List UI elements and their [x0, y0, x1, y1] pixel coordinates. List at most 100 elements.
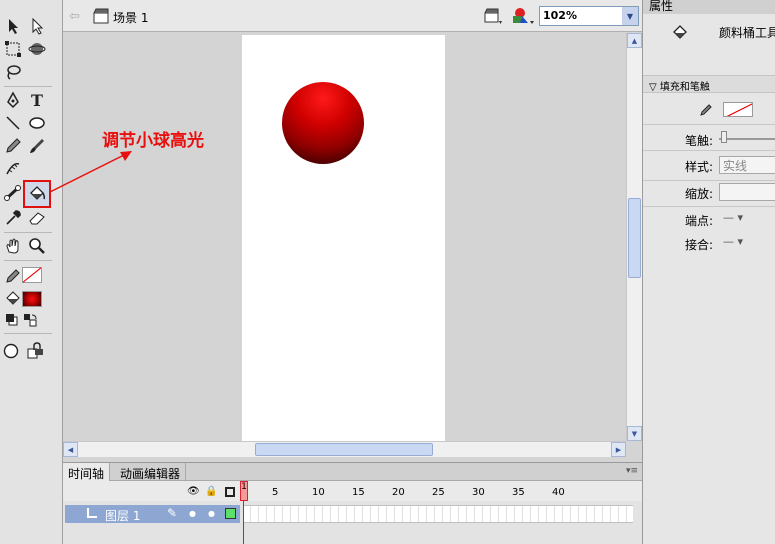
pencil-icon: ✎ — [167, 506, 178, 520]
frame-number: 25 — [432, 487, 445, 498]
scene-label: 场景 1 — [113, 11, 149, 25]
properties-panel: 属性 颜料桶工具 ▽ 填充和笔触 笔触: 样式: 实线 缩放: 端点: — ▾ … — [642, 0, 775, 544]
layer-outline-color[interactable] — [225, 508, 236, 519]
lock-dot-icon[interactable]: ● — [208, 509, 215, 518]
fill-color-swatch[interactable] — [22, 291, 42, 307]
timeline-panel: 时间轴 动画编辑器 ▾≡ 👁 🔒 5 10 15 20 25 30 35 40 … — [63, 462, 642, 544]
style-value: 实线 — [723, 159, 748, 173]
eye-icon[interactable]: 👁 — [187, 486, 200, 497]
eraser-tool-icon[interactable] — [26, 207, 48, 229]
swap-colors-icon[interactable] — [22, 312, 38, 328]
selection-tool-icon[interactable] — [2, 15, 24, 37]
edit-scene-icon[interactable] — [483, 7, 503, 28]
subselection-tool-icon[interactable] — [26, 15, 48, 37]
hand-tool-icon[interactable] — [2, 235, 24, 257]
collapse-icon[interactable]: ▽ — [649, 82, 657, 93]
lasso-tool-icon[interactable] — [2, 61, 24, 83]
horizontal-scroll-thumb[interactable] — [255, 443, 433, 456]
zoom-tool-icon[interactable] — [26, 235, 48, 257]
frame-number: 5 — [272, 487, 279, 498]
tab-timeline[interactable]: 时间轴 — [63, 463, 111, 481]
tools-panel: T — [0, 0, 63, 544]
scroll-up-icon[interactable]: ▲ — [627, 33, 642, 48]
section-fill-stroke[interactable]: ▽ 填充和笔触 — [643, 75, 775, 93]
edit-symbols-icon[interactable] — [511, 7, 535, 28]
stroke-color-swatch[interactable] — [22, 267, 42, 283]
playhead-line — [243, 501, 244, 544]
line-tool-icon[interactable] — [2, 112, 24, 134]
frame-number: 20 — [392, 487, 405, 498]
timeline-tabs: 时间轴 动画编辑器 ▾≡ — [63, 463, 642, 481]
object-drawing-icon[interactable] — [0, 340, 22, 362]
frame-number: 15 — [352, 487, 365, 498]
tools-divider — [4, 232, 52, 233]
stage-area — [63, 33, 626, 441]
brush-tool-icon[interactable] — [26, 135, 48, 157]
style-select[interactable]: 实线 — [719, 156, 775, 174]
divider — [643, 206, 775, 207]
default-colors-icon[interactable] — [4, 312, 20, 328]
outline-icon[interactable] — [225, 487, 235, 497]
snap-to-objects-icon[interactable] — [24, 340, 46, 362]
panel-menu-icon[interactable]: ▾≡ — [626, 466, 638, 476]
tool-name: 颜料桶工具 — [719, 26, 775, 40]
pen-tool-icon[interactable] — [2, 89, 24, 111]
layer-icon — [87, 508, 97, 518]
horizontal-scrollbar[interactable]: ◀ ▶ — [63, 441, 626, 457]
cap-select[interactable]: — ▾ — [723, 211, 743, 224]
document-area: ⇦ 场景 1 102% ▼ ▲ ▼ ◀ ▶ — [63, 0, 642, 462]
tools-divider — [4, 260, 52, 261]
section-title: 填充和笔触 — [659, 82, 710, 93]
frame-number: 35 — [512, 487, 525, 498]
vertical-scrollbar[interactable]: ▲ ▼ — [626, 33, 642, 441]
bone-tool-icon[interactable] — [2, 182, 24, 204]
stroke-label: 笔触: — [685, 134, 714, 148]
stroke-color-icon[interactable] — [2, 265, 24, 287]
playhead-frame: 1 — [240, 481, 248, 501]
fill-color-icon[interactable] — [2, 288, 24, 310]
scale-select[interactable] — [719, 183, 775, 201]
paint-bucket-icon — [671, 24, 689, 45]
zoom-select[interactable]: 102% ▼ — [539, 6, 639, 26]
stage[interactable] — [242, 35, 445, 441]
scroll-right-icon[interactable]: ▶ — [611, 442, 626, 457]
3d-rotation-tool-icon[interactable] — [26, 38, 48, 60]
tab-properties[interactable]: 属性 — [643, 0, 775, 14]
frame-strip[interactable] — [243, 505, 633, 523]
scroll-down-icon[interactable]: ▼ — [627, 426, 642, 441]
visibility-dot-icon[interactable]: ● — [189, 509, 196, 518]
stroke-pencil-icon — [699, 103, 713, 120]
paint-bucket-tool-icon[interactable] — [23, 180, 51, 208]
scene-bar: ⇦ 场景 1 102% ▼ — [63, 0, 642, 32]
vertical-scroll-thumb[interactable] — [628, 198, 641, 278]
free-transform-tool-icon[interactable] — [2, 38, 24, 60]
tools-divider — [4, 86, 52, 87]
tab-motion-editor[interactable]: 动画编辑器 — [115, 463, 187, 481]
cap-label: 端点: — [685, 214, 714, 228]
join-label: 接合: — [685, 238, 714, 252]
deco-tool-icon[interactable] — [2, 158, 24, 180]
stroke-color-picker[interactable] — [723, 102, 753, 117]
frame-number: 40 — [552, 487, 565, 498]
stroke-slider-thumb[interactable] — [721, 131, 727, 143]
red-ball[interactable] — [282, 82, 364, 164]
scroll-left-icon[interactable]: ◀ — [63, 442, 78, 457]
join-select[interactable]: — ▾ — [723, 235, 743, 248]
svg-text:T: T — [31, 91, 43, 109]
divider — [643, 150, 775, 151]
divider — [643, 124, 775, 125]
layer-name: 图层 1 — [105, 509, 141, 523]
playhead[interactable]: 1 — [240, 481, 248, 544]
eyedropper-tool-icon[interactable] — [2, 207, 24, 229]
back-arrow-icon[interactable]: ⇦ — [69, 9, 80, 24]
oval-tool-icon[interactable] — [26, 112, 48, 134]
chevron-down-icon[interactable]: ▼ — [622, 7, 638, 25]
pencil-tool-icon[interactable] — [2, 135, 24, 157]
lock-icon[interactable]: 🔒 — [205, 486, 217, 497]
stroke-slider-track[interactable] — [719, 138, 775, 140]
layer-row[interactable]: 图层 1 ✎ ● ● — [65, 505, 240, 523]
zoom-value: 102% — [543, 9, 577, 22]
frame-number: 30 — [472, 487, 485, 498]
divider — [643, 180, 775, 181]
text-tool-icon[interactable]: T — [26, 89, 48, 111]
